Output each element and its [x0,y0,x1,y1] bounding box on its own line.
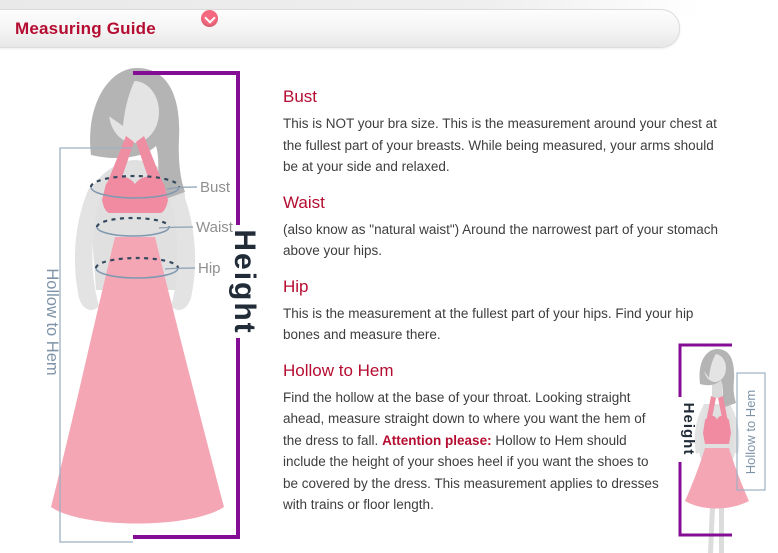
section-waist: Waist (also know as "natural waist") Aro… [283,193,720,262]
small-hollow-to-hem-label: Hollow to Hem [743,390,758,475]
hollow-to-hem-heading: Hollow to Hem [283,361,720,380]
attention-label: Attention please: [382,433,492,448]
measuring-instructions: Bust This is NOT your bra size. This is … [283,87,720,531]
section-hip: Hip This is the measurement at the fulle… [283,277,720,346]
section-bust: Bust This is NOT your bra size. This is … [283,87,720,178]
hollow-to-hem-body: Find the hollow at the base of your thro… [283,387,667,516]
bust-heading: Bust [283,87,720,106]
measuring-diagram-large: Bust Waist Hip Hollow to Hem Height [35,60,270,553]
bust-body: This is NOT your bra size. This is the m… [283,113,720,178]
small-height-label: Height [680,403,697,456]
page-title: Measuring Guide [15,19,156,39]
hip-body: This is the measurement at the fullest p… [283,303,720,346]
height-label: Height [228,229,261,334]
measuring-diagram-small: Hollow to Hem Height [660,340,778,553]
waist-body: (also know as "natural waist") Around th… [283,219,720,262]
dress-figure-large: Bust Waist Hip Hollow to Hem Height [35,60,270,553]
measuring-guide-header: Measuring Guide [0,9,680,48]
hollow-to-hem-label: Hollow to Hem [43,268,61,375]
section-hollow-to-hem: Hollow to Hem Find the hollow at the bas… [283,361,720,516]
hip-label: Hip [198,260,221,277]
chevron-down-icon[interactable] [201,10,218,27]
hip-heading: Hip [283,277,720,296]
dress-figure-small: Hollow to Hem Height [660,340,778,553]
bust-label: Bust [200,179,231,196]
dress [51,136,224,524]
waist-heading: Waist [283,193,720,212]
